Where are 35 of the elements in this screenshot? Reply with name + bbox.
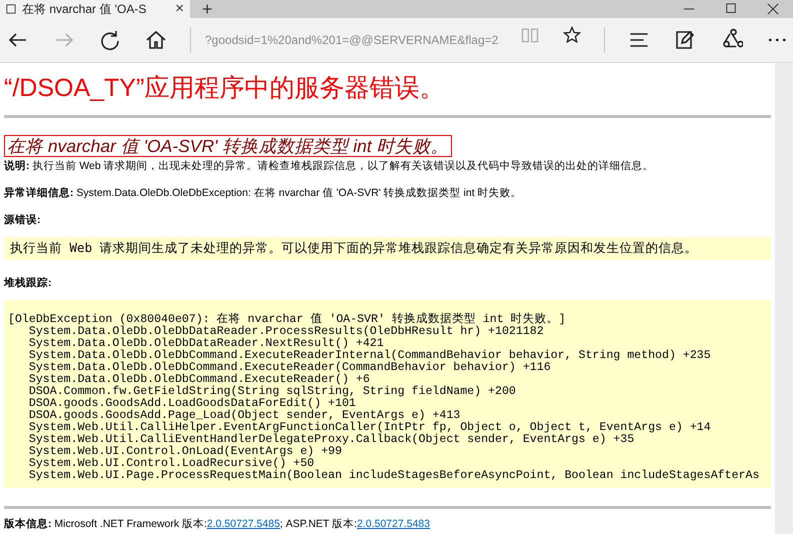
stack-trace-line: System.Web.Util.CalliEventHandlerDelegateProxy.Callback(Object sender, EventArgs e) +35 [28, 434, 636, 446]
star-icon[interactable] [562, 25, 582, 45]
stack-trace-line: DSOA.goods.GoodsAdd.LoadGoodsDataForEdit() +101 [28, 398, 357, 410]
exception-details-text: 异常详细信息: System.Data.OleDb.OleDbException: 在将 nvarchar 值 'OA-SVR' 转换成数据类型 int 时失败。 [4, 186, 523, 200]
stack-trace-line: DSOA.Common.fw.GetFieldString(String sqlString, String fieldName) +200 [28, 386, 517, 398]
framework-version-link[interactable]: 2.0.50727.5485 [206, 518, 280, 530]
error-title: 在将 nvarchar 值 'OA-SVR' 转换成数据类型 int 时失败。 [4, 135, 452, 157]
stack-trace-line: System.Web.UI.Control.OnLoad(EventArgs e) +99 [28, 446, 343, 458]
stack-trace-line: System.Web.UI.Control.LoadRecursive() +50 [28, 458, 314, 470]
stack-trace-line: System.Data.OleDb.OleDbDataReader.NextResult() +421 [28, 338, 384, 350]
stack-trace-line: System.Web.UI.Page.ProcessRequestMain(Boolean includeStagesBeforeAsyncPoint, Boolean includeStagesAfterAs [28, 470, 760, 482]
close-icon[interactable] [767, 3, 779, 15]
new-tab-button[interactable]: + [202, 0, 213, 18]
tab-title: 在将 nvarchar 值 'OA-S [22, 0, 148, 18]
stack-trace-line: System.Web.Util.CalliHelper.EventArgFunctionCaller(IntPtr fp, Object o, Object t, EventArgs e) +14 [28, 422, 712, 434]
stack-trace-line: System.Data.OleDb.OleDbCommand.ExecuteReaderInternal(CommandBehavior behavior, String method) +235 [28, 350, 712, 362]
tab-close-button[interactable]: × [175, 1, 184, 17]
maximize-icon[interactable] [725, 3, 737, 15]
stack-trace-line: System.Data.OleDb.OleDbDataReader.ProcessResults(OleDbHResult hr) +1021182 [28, 326, 545, 338]
stack-trace-line: System.Data.OleDb.OleDbCommand.ExecuteReader(CommandBehavior behavior) +116 [28, 362, 552, 374]
stack-trace-line: System.Data.OleDb.OleDbCommand.ExecuteReader() +6 [28, 374, 370, 386]
stack-trace-line: DSOA.goods.GoodsAdd.Page_Load(Object sender, EventArgs e) +413 [28, 410, 460, 422]
home-icon[interactable] [144, 28, 168, 52]
page-icon [6, 4, 16, 14]
page-heading: “/DSOA_TY”应用程序中的服务器错误。 [4, 73, 446, 103]
refresh-icon[interactable] [98, 28, 122, 52]
stack-trace-label: 堆栈跟踪: [4, 276, 52, 290]
aspnet-version-link[interactable]: 2.0.50727.5483 [356, 518, 430, 530]
source-error-label: 源错误: [4, 213, 42, 227]
source-error-message: 执行当前 Web 请求期间生成了未处理的异常。可以使用下面的异常堆栈跟踪信息确定有关异常原因和发生位置的信息。 [4, 237, 771, 260]
browser-tab[interactable]: 在将 nvarchar 值 'OA-S × [0, 0, 190, 18]
version-info-text: 版本信息: Microsoft .NET Framework 版本:2.0.50727.5485; ASP.NET 版本:2.0.50727.5483 [4, 517, 431, 531]
scrollbar[interactable] [775, 63, 793, 534]
description-text: 说明: 执行当前 Web 请求期间，出现未处理的异常。请检查堆栈跟踪信息，以了解有关该错误以及代码中导致错误的出处的详细信息。 [4, 159, 655, 173]
stack-trace-line: [OleDbException (0x80040e07): 在将 nvarchar 值 'OA-SVR' 转换成数据类型 int 时失败。] [8, 314, 567, 326]
